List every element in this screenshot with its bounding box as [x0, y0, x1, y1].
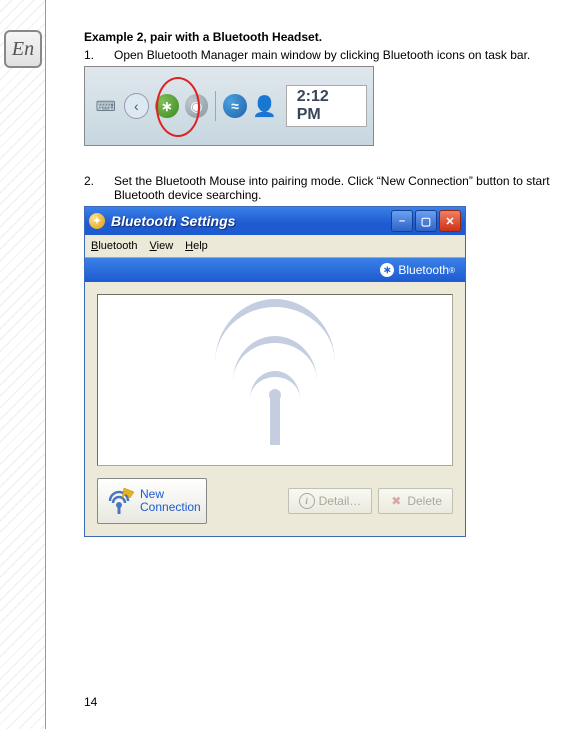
detail-button[interactable]: i Detail… — [288, 488, 373, 514]
window-body: New Connection i Detail… ✖ Delete — [85, 282, 465, 536]
bluetooth-logo-icon: ∗ — [380, 263, 394, 277]
new-connection-button[interactable]: New Connection — [97, 478, 207, 524]
device-list-area — [97, 294, 453, 466]
figure-taskbar: ⌨ ‹ ∗ ◉ ≈ 👤 2:12 PM — [84, 66, 374, 146]
menu-help[interactable]: Help — [185, 240, 208, 252]
document-content: Example 2, pair with a Bluetooth Headset… — [84, 30, 583, 537]
step-number: 2. — [84, 174, 114, 202]
window-brandbar: ∗ Bluetooth® — [85, 258, 465, 282]
brand-text: Bluetooth — [398, 263, 449, 277]
delete-label: Delete — [407, 494, 442, 508]
tray-clock: 2:12 PM — [286, 85, 367, 127]
menu-view-rest: iew — [157, 240, 174, 252]
new-connection-label: New Connection — [140, 488, 201, 514]
delete-button[interactable]: ✖ Delete — [378, 488, 453, 514]
section-heading: Example 2, pair with a Bluetooth Headset… — [84, 30, 583, 44]
sidebar-separator — [45, 0, 46, 729]
window-button-row: New Connection i Detail… ✖ Delete — [97, 478, 453, 524]
window-title: Bluetooth Settings — [111, 213, 389, 229]
step-text: Set the Bluetooth Mouse into pairing mod… — [114, 174, 583, 202]
tray-keyboard-icon: ⌨ — [94, 94, 118, 118]
step-text: Open Bluetooth Manager main window by cl… — [114, 48, 583, 62]
window-titlebar[interactable]: ✦ Bluetooth Settings – ▢ ✕ — [85, 207, 465, 235]
tray-separator — [215, 91, 216, 121]
menu-bluetooth[interactable]: Bluetooth — [91, 240, 138, 252]
maximize-button[interactable]: ▢ — [415, 210, 437, 232]
step-2: 2. Set the Bluetooth Mouse into pairing … — [84, 174, 583, 202]
delete-icon: ✖ — [389, 494, 403, 508]
tray-app-icon: ≈ — [223, 94, 247, 118]
detail-label: Detail… — [319, 494, 362, 508]
info-icon: i — [299, 493, 315, 509]
window-icon: ✦ — [89, 213, 105, 229]
tray-user-icon: 👤 — [253, 94, 277, 118]
tray-expand-icon: ‹ — [124, 93, 150, 119]
language-badge: En — [4, 30, 42, 68]
close-button[interactable]: ✕ — [439, 210, 461, 232]
tray-network-icon: ◉ — [185, 94, 209, 118]
wireless-watermark-icon — [210, 315, 340, 445]
window-menubar: Bluetooth View Help — [85, 235, 465, 258]
figure-bluetooth-settings-window: ✦ Bluetooth Settings – ▢ ✕ Bluetooth Vie… — [84, 206, 466, 537]
step-number: 1. — [84, 48, 114, 62]
menu-bluetooth-rest: luetooth — [98, 240, 137, 252]
step-1: 1. Open Bluetooth Manager main window by… — [84, 48, 583, 62]
menu-help-rest: elp — [193, 240, 208, 252]
minimize-button[interactable]: – — [391, 210, 413, 232]
page-sidebar: En — [0, 0, 50, 729]
tray-bluetooth-icon: ∗ — [155, 94, 179, 118]
sidebar-hatch — [0, 0, 45, 729]
menu-view[interactable]: View — [150, 240, 174, 252]
new-connection-icon — [104, 486, 134, 516]
page-number: 14 — [84, 695, 97, 709]
